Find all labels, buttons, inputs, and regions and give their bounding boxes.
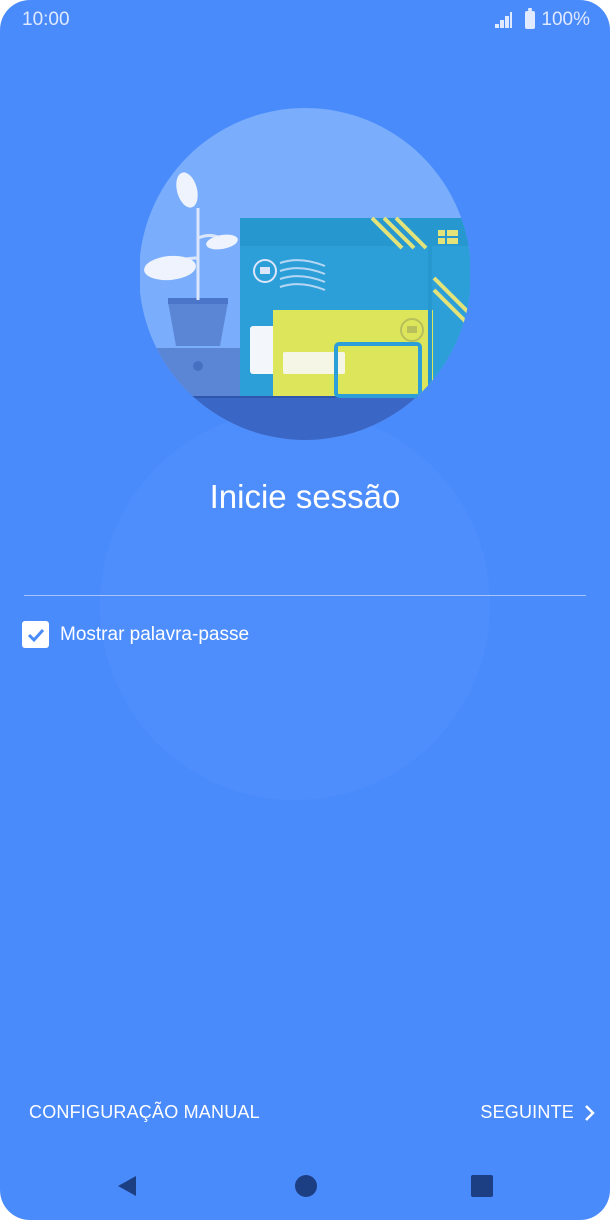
- password-input[interactable]: [24, 595, 586, 596]
- manual-setup-button[interactable]: CONFIGURAÇÃO MANUAL: [29, 1102, 260, 1123]
- page-title: Inicie sessão: [209, 478, 401, 515]
- back-icon[interactable]: [116, 1174, 140, 1198]
- home-icon[interactable]: [294, 1174, 318, 1198]
- background-glow: [100, 410, 490, 800]
- status-right: 100%: [493, 8, 590, 31]
- battery-icon: [525, 8, 536, 29]
- recents-icon[interactable]: [470, 1174, 494, 1198]
- sign-in-screen: 10:00 100% Inicie sessão Mostrar palavra…: [0, 0, 610, 1220]
- battery-percent: 100%: [541, 9, 590, 30]
- next-button-label: SEGUINTE: [480, 1102, 574, 1122]
- chevron-right-icon: [585, 1104, 595, 1121]
- show-password-label: Mostrar palavra-passe: [60, 623, 250, 645]
- show-password-option[interactable]: Mostrar palavra-passe: [22, 621, 249, 648]
- checkmark-icon: [27, 628, 44, 642]
- navigation-bar: [0, 1162, 610, 1210]
- next-button[interactable]: SEGUINTE: [480, 1102, 596, 1123]
- signal-icon: [495, 12, 513, 28]
- status-bar: 10:00 100%: [0, 0, 610, 40]
- status-time: 10:00: [22, 9, 70, 30]
- email-illustration: [140, 108, 470, 440]
- show-password-checkbox[interactable]: [22, 621, 49, 648]
